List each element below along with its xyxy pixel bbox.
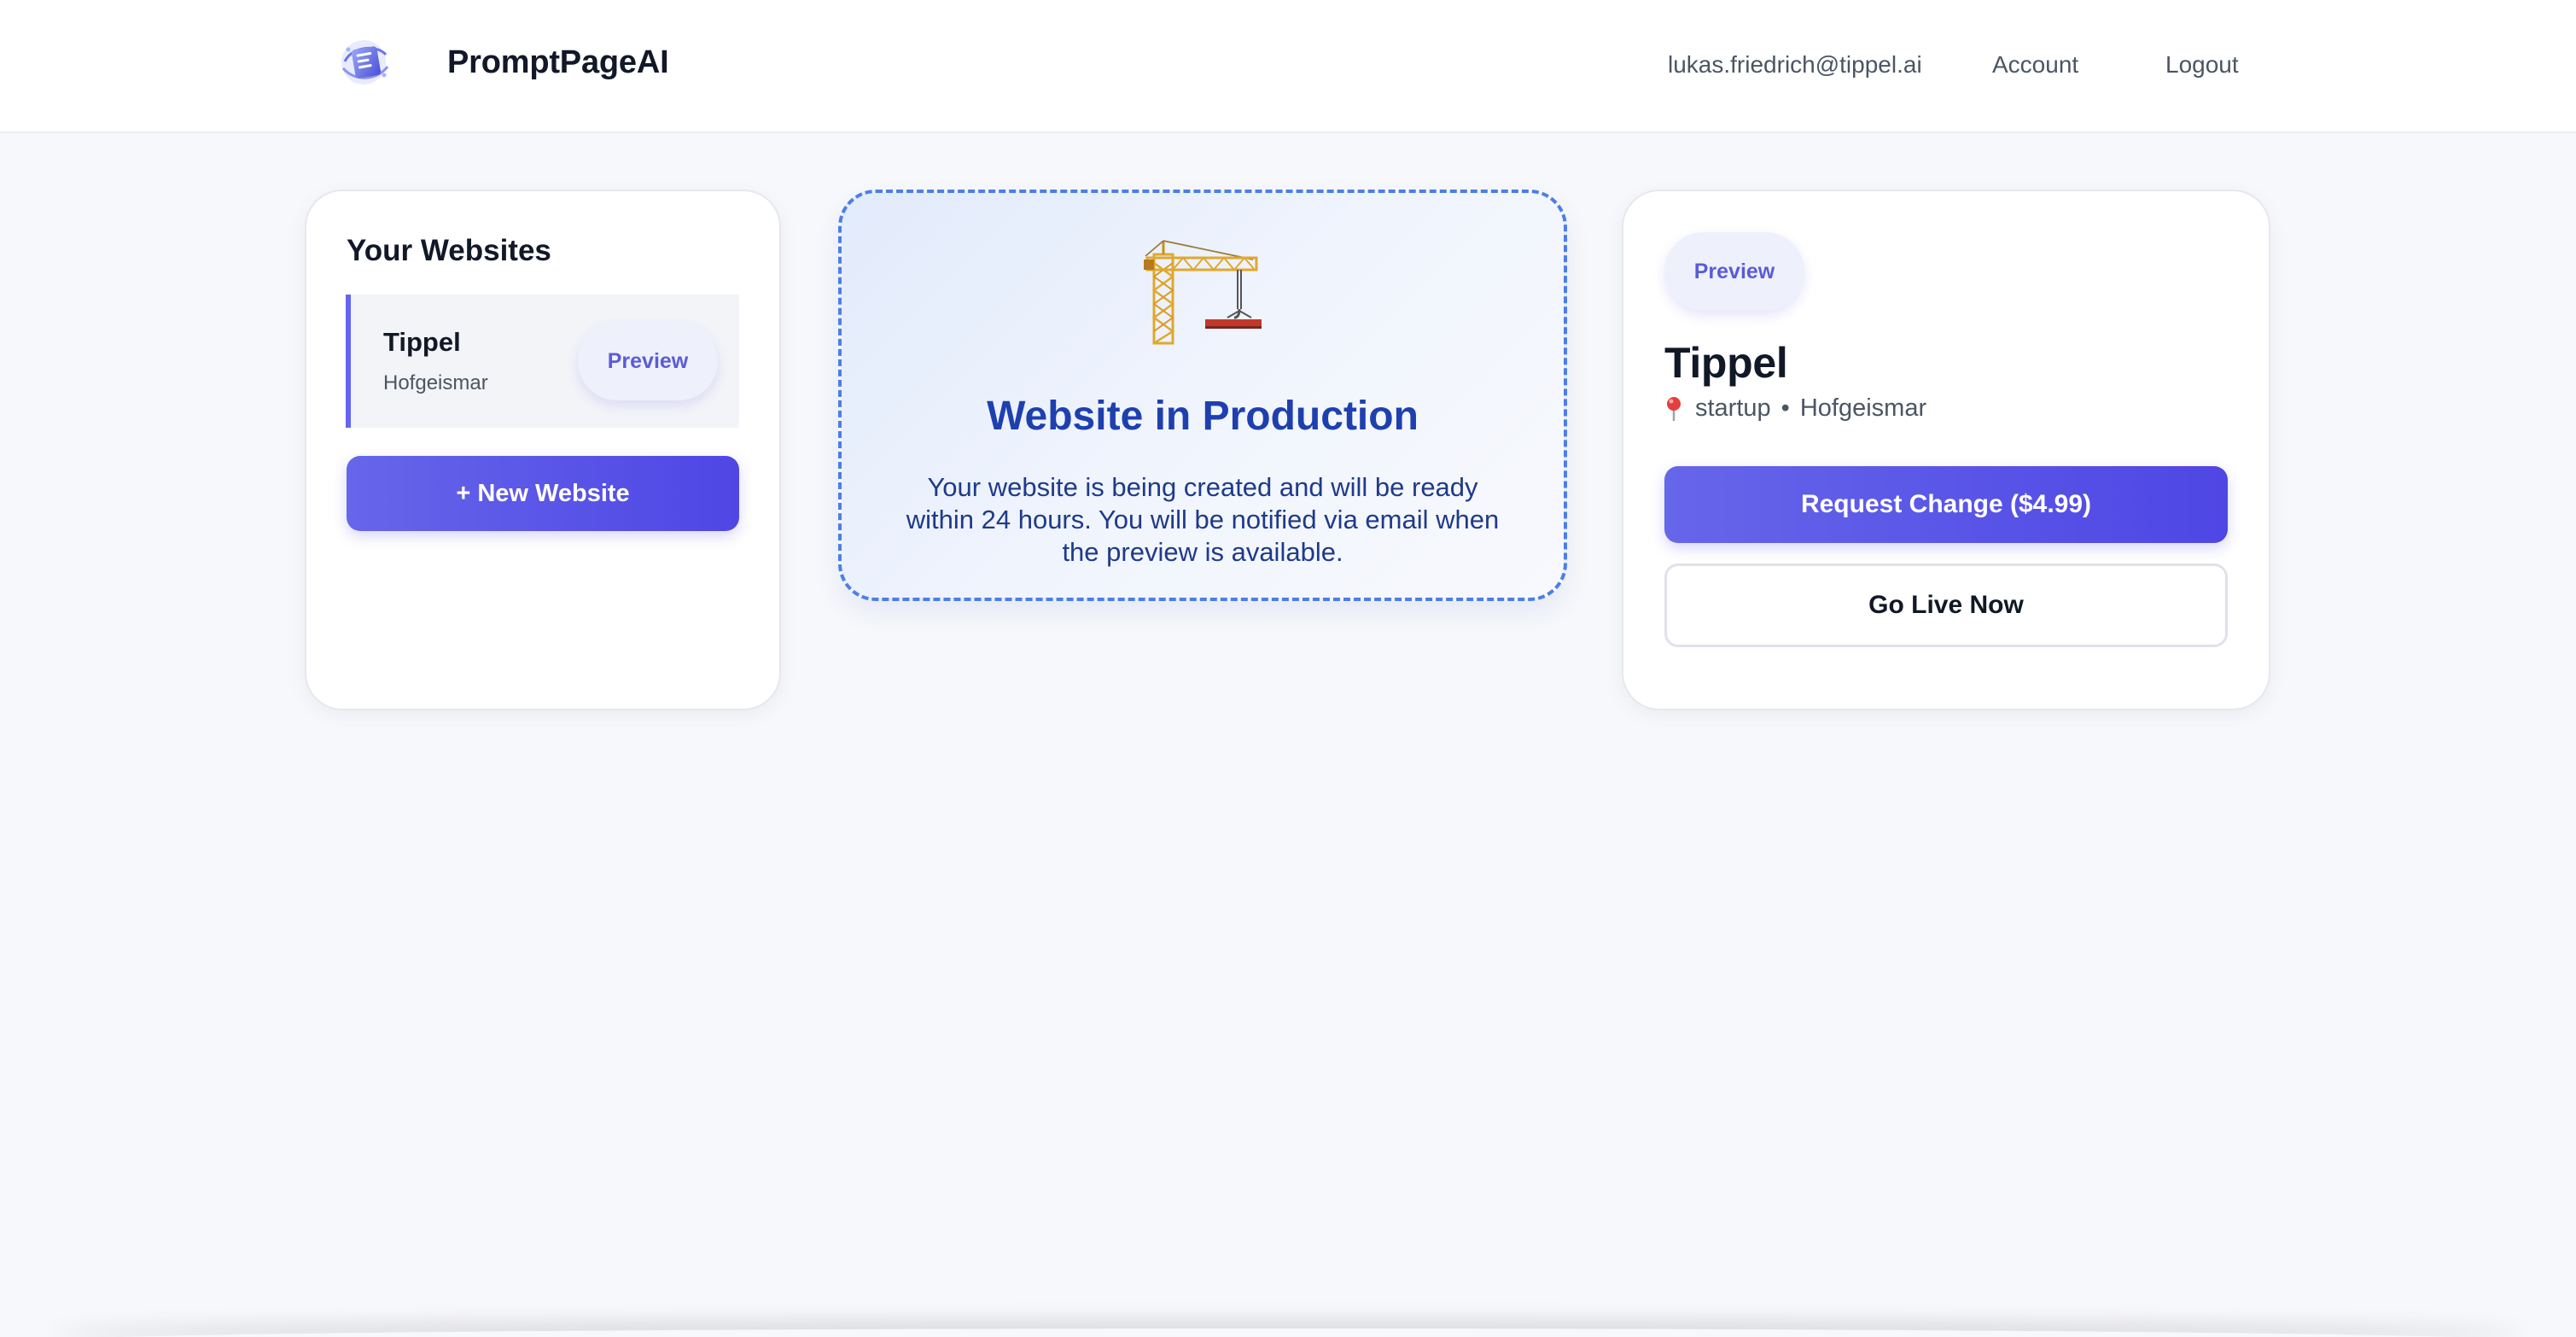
construction-crane-icon bbox=[1144, 240, 1262, 345]
production-title: Website in Production bbox=[987, 394, 1419, 439]
top-navbar: PromptPageAI lukas.friedrich@tippel.ai A… bbox=[0, 0, 2576, 133]
user-email: lukas.friedrich@tippel.ai bbox=[1668, 51, 1922, 78]
website-preview-button[interactable]: Preview bbox=[578, 322, 718, 400]
new-website-button[interactable]: + New Website bbox=[347, 456, 739, 531]
request-change-button[interactable]: Request Change ($4.99) bbox=[1664, 466, 2228, 543]
go-live-button[interactable]: Go Live Now bbox=[1664, 563, 2228, 647]
location-pin-icon bbox=[1667, 396, 1681, 421]
preview-button[interactable]: Preview bbox=[1664, 232, 1804, 311]
bottom-edge-shadow bbox=[51, 1328, 2525, 1337]
website-meta: startup • Hofgeismar bbox=[1664, 394, 1926, 423]
account-link[interactable]: Account bbox=[1992, 51, 2078, 79]
website-title: Tippel bbox=[1664, 339, 1788, 387]
website-name: Tippel bbox=[383, 327, 461, 357]
production-message: Your website is being created and will b… bbox=[906, 472, 1500, 567]
website-list-item[interactable]: Tippel Hofgeismar Preview bbox=[346, 295, 739, 428]
websites-panel-title: Your Websites bbox=[347, 234, 551, 267]
logout-link[interactable]: Logout bbox=[2165, 51, 2239, 79]
brand-name[interactable]: PromptPageAI bbox=[447, 44, 669, 81]
website-location: Hofgeismar bbox=[1799, 394, 1927, 422]
website-category: startup bbox=[1695, 394, 1771, 422]
meta-separator: • bbox=[1780, 394, 1790, 422]
app-logo-icon[interactable] bbox=[335, 36, 396, 89]
website-city: Hofgeismar bbox=[383, 371, 488, 394]
